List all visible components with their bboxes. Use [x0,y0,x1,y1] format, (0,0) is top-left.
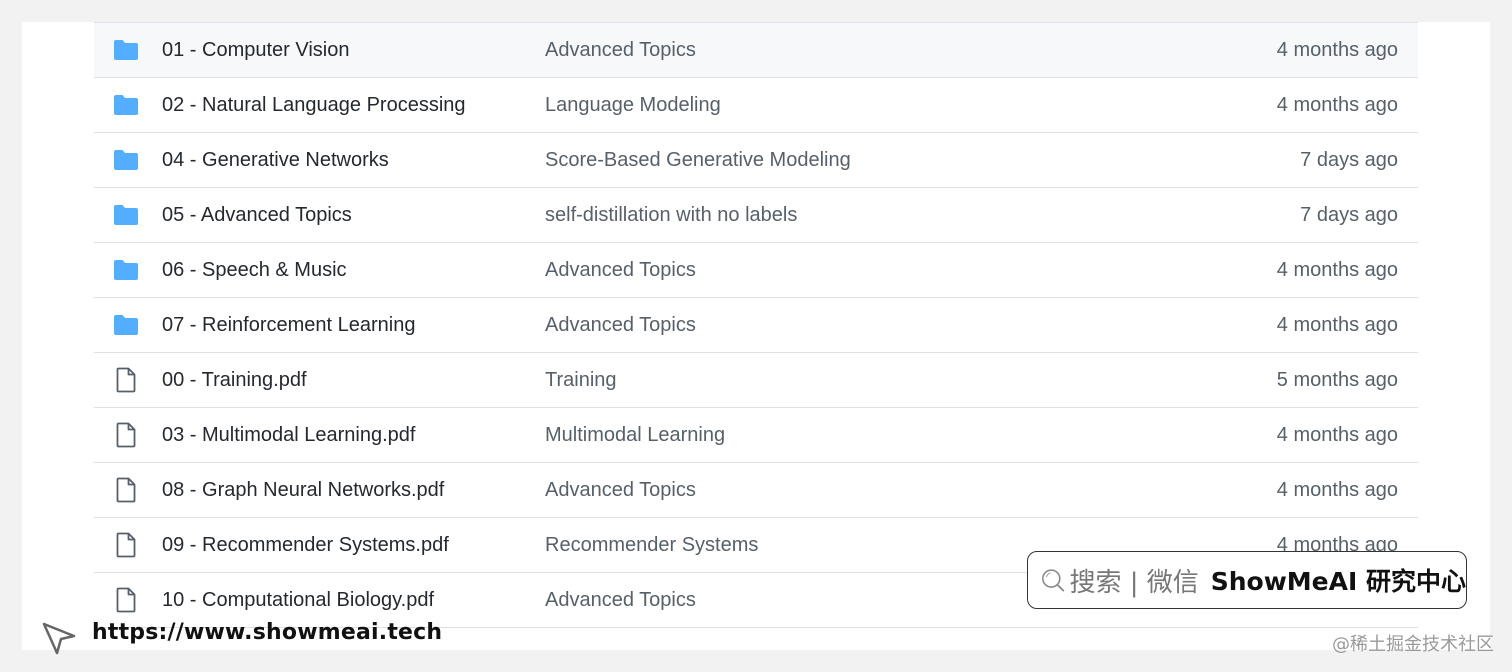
search-label: 搜索 | 微信 [1069,567,1199,598]
commit-age: 4 months ago [1276,478,1398,501]
file-icon [113,587,139,613]
folder-icon [113,312,139,338]
file-row[interactable]: 04 - Generative Networks Score-Based Gene… [94,133,1418,188]
search-icon [1042,569,1065,592]
folder-icon [113,92,139,118]
folder-icon [113,202,139,228]
file-name-link[interactable]: 02 - Natural Language Processing [162,94,466,117]
file-row[interactable]: 06 - Speech & Music Advanced Topics 4 mont… [94,243,1418,298]
commit-age: 4 months ago [1276,313,1398,336]
commit-message-link[interactable]: Advanced Topics [545,314,696,337]
file-icon [113,477,139,503]
file-name-link[interactable]: 00 - Training.pdf [162,369,307,392]
file-row[interactable]: 01 - Computer Vision Advanced Topics 4 mon… [94,23,1418,78]
commit-message-link[interactable]: Advanced Topics [545,589,696,612]
file-row[interactable]: 00 - Training.pdf Training 5 months ago [94,353,1418,408]
file-name-link[interactable]: 08 - Graph Neural Networks.pdf [162,479,444,502]
commit-age: 5 months ago [1276,368,1398,391]
commit-message-link[interactable]: Advanced Topics [545,39,696,62]
file-row[interactable]: 07 - Reinforcement Learning Advanced Topi… [94,298,1418,353]
commit-age: 4 months ago [1276,258,1398,281]
commit-message-link[interactable]: Advanced Topics [545,259,696,282]
file-icon [113,367,139,393]
file-name-link[interactable]: 03 - Multimodal Learning.pdf [162,424,415,447]
commit-age: 4 months ago [1276,423,1398,446]
file-name-link[interactable]: 07 - Reinforcement Learning [162,314,415,337]
commit-message-link[interactable]: Recommender Systems [545,534,758,557]
folder-icon [113,257,139,283]
file-name-link[interactable]: 01 - Computer Vision [162,39,350,62]
commit-age: 7 days ago [1300,203,1398,226]
commit-message-link[interactable]: Multimodal Learning [545,424,725,447]
commit-message-link[interactable]: Training [545,369,617,392]
commit-message-link[interactable]: Language Modeling [545,94,721,117]
file-icon [113,532,139,558]
site-url[interactable]: https://www.showmeai.tech [92,620,442,645]
file-row[interactable]: 05 - Advanced Topics self-distillation wi… [94,188,1418,243]
file-row[interactable]: 03 - Multimodal Learning.pdf Multimodal L… [94,408,1418,463]
file-icon [113,422,139,448]
file-list: 01 - Computer Vision Advanced Topics 4 mon… [94,22,1418,628]
file-name-link[interactable]: 10 - Computational Biology.pdf [162,589,434,612]
commit-message-link[interactable]: Advanced Topics [545,479,696,502]
commit-message-link[interactable]: self-distillation with no labels [545,204,797,227]
folder-icon [113,147,139,173]
file-name-link[interactable]: 05 - Advanced Topics [162,204,352,227]
commit-age: 7 days ago [1300,148,1398,171]
commit-age: 4 months ago [1276,38,1398,61]
search-badge: 搜索 | 微信 ShowMeAI 研究中心 [1027,551,1467,609]
folder-icon [113,37,139,63]
file-row[interactable]: 08 - Graph Neural Networks.pdf Advanced T… [94,463,1418,518]
file-name-link[interactable]: 04 - Generative Networks [162,149,389,172]
file-name-link[interactable]: 09 - Recommender Systems.pdf [162,534,449,557]
watermark: @稀土掘金技术社区 [1332,634,1494,655]
commit-message-link[interactable]: Score-Based Generative Modeling [545,149,851,172]
brand-label: ShowMeAI 研究中心 [1210,567,1466,596]
commit-age: 4 months ago [1276,93,1398,116]
cursor-arrow-icon [42,622,76,655]
file-row[interactable]: 02 - Natural Language Processing Language… [94,78,1418,133]
file-name-link[interactable]: 06 - Speech & Music [162,259,347,282]
